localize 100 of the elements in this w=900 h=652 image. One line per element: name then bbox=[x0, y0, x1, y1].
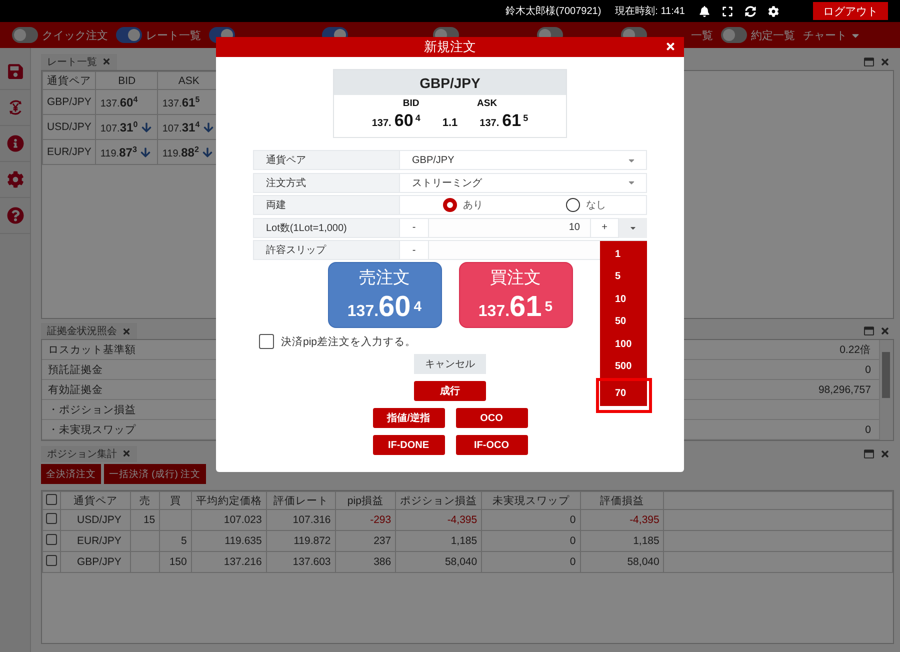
radio-label[interactable]: なし bbox=[586, 198, 606, 212]
ask-label: ASK bbox=[477, 98, 498, 109]
table-cell: GBP/JPY bbox=[60, 552, 130, 572]
help-icon[interactable] bbox=[6, 207, 24, 224]
table-cell: 150 bbox=[160, 552, 192, 572]
checkbox[interactable] bbox=[259, 334, 274, 349]
table-cell: 58,040 bbox=[580, 552, 664, 572]
order-type-button[interactable]: IF-DONE bbox=[372, 435, 444, 455]
column-header: 売 bbox=[130, 492, 160, 510]
select-field[interactable]: GBP/JPY bbox=[399, 150, 647, 170]
close-icon[interactable] bbox=[880, 56, 890, 66]
maximize-icon[interactable] bbox=[864, 448, 874, 458]
maximize-icon[interactable] bbox=[864, 56, 874, 66]
column-header: 評価レート bbox=[266, 492, 336, 510]
close-icon[interactable] bbox=[122, 449, 131, 458]
toggle-label[interactable]: レート一覧 bbox=[146, 28, 201, 42]
column-header: 平均約定価格 bbox=[191, 492, 266, 510]
table-cell: 15 bbox=[130, 510, 160, 530]
table-cell: -293 bbox=[335, 510, 396, 530]
maximize-icon[interactable] bbox=[864, 326, 874, 336]
column-header: 未実現スワップ bbox=[482, 492, 580, 510]
order-type-button[interactable]: IF-OCO bbox=[456, 435, 528, 455]
radio-label[interactable]: あり bbox=[463, 198, 483, 212]
minus-button[interactable]: - bbox=[399, 240, 429, 260]
row-label: ・ポジション損益 bbox=[48, 402, 136, 416]
order-type-button[interactable]: OCO bbox=[456, 408, 528, 428]
cancel-button[interactable]: キャンセル bbox=[414, 354, 486, 374]
table-cell: 107.023 bbox=[191, 510, 266, 530]
user-name: 鈴木太郎様(7007921) bbox=[506, 4, 602, 18]
close-icon[interactable] bbox=[665, 41, 676, 52]
close-icon[interactable] bbox=[880, 326, 890, 336]
bulk-order-button[interactable]: 全決済注文 bbox=[41, 464, 101, 484]
panel-tab[interactable]: 証拠金状況照会 bbox=[41, 323, 137, 339]
checkbox-label[interactable]: 決済pip差注文を入力する。 bbox=[281, 334, 416, 348]
field-label: 通貨ペア bbox=[253, 150, 399, 170]
sell-order-button[interactable]: 売注文 137.60$^{4}$ bbox=[328, 262, 442, 328]
save-icon[interactable] bbox=[6, 63, 24, 80]
table-cell: 237 bbox=[335, 530, 396, 552]
table-cell: 119.872 bbox=[266, 530, 336, 552]
close-icon[interactable] bbox=[122, 326, 131, 336]
checkbox[interactable] bbox=[46, 534, 57, 545]
column-header: 評価損益 bbox=[580, 492, 664, 510]
row-label: 有効証拠金 bbox=[48, 382, 103, 396]
toggle-switch[interactable] bbox=[12, 27, 38, 43]
checkbox[interactable] bbox=[46, 555, 57, 566]
table-cell: 0 bbox=[482, 530, 580, 552]
ask-price: 137. 61$^{5}$ bbox=[480, 111, 528, 131]
chart-menu[interactable]: チャート bbox=[803, 28, 847, 42]
close-icon[interactable] bbox=[880, 448, 890, 458]
panel-tab[interactable]: レート一覧 bbox=[41, 54, 117, 70]
table-cell: 137.603 bbox=[266, 552, 336, 572]
logout-button[interactable]: ログアウト bbox=[813, 2, 888, 20]
ask-price: 137.61$^{5}$ bbox=[162, 94, 200, 110]
plus-button[interactable]: + bbox=[591, 218, 619, 238]
bulk-order-button[interactable]: 一括決済 (成行) 注文 bbox=[104, 464, 206, 484]
row-value: 0 bbox=[865, 364, 871, 376]
field-label: 注文方式 bbox=[253, 172, 399, 192]
table-cell: USD/JPY bbox=[60, 510, 130, 530]
table-cell: EUR/JPY bbox=[42, 140, 96, 164]
row-label: ロスカット基準額 bbox=[48, 342, 136, 356]
radio-button[interactable] bbox=[443, 198, 457, 212]
order-type-button[interactable]: 成行 bbox=[414, 381, 486, 401]
toggle-switch[interactable] bbox=[721, 27, 747, 43]
settings-icon[interactable] bbox=[768, 6, 779, 16]
bid-label: BID bbox=[402, 98, 420, 109]
bell-icon[interactable] bbox=[699, 6, 710, 16]
current-time: 現在時刻: 11:41 bbox=[615, 4, 685, 18]
close-icon[interactable] bbox=[102, 57, 111, 66]
checkbox[interactable] bbox=[46, 494, 57, 504]
row-label: ・未実現スワップ bbox=[48, 422, 136, 436]
row-value: 98,296,757 bbox=[818, 384, 871, 396]
table-cell: 0 bbox=[482, 552, 580, 572]
table-cell: 119.635 bbox=[191, 530, 266, 552]
buy-order-button[interactable]: 買注文 137.61$^{5}$ bbox=[458, 262, 572, 328]
row-label: 預託証拠金 bbox=[48, 362, 103, 376]
column-header: 通貨ペア bbox=[60, 492, 130, 510]
dropdown-option[interactable]: 70 bbox=[596, 378, 652, 413]
toggle-label[interactable]: 約定一覧 bbox=[751, 28, 795, 42]
yen-exchange-icon[interactable] bbox=[6, 99, 24, 116]
minus-button[interactable]: - bbox=[399, 218, 429, 238]
number-field[interactable]: 10 bbox=[429, 218, 591, 238]
panel-tab[interactable]: ポジション集計 bbox=[41, 446, 137, 462]
scrollbar[interactable] bbox=[879, 340, 893, 440]
checkbox[interactable] bbox=[46, 513, 57, 524]
column-header: pip損益 bbox=[335, 492, 396, 510]
bid-price: 107.31$^{0}$ bbox=[100, 120, 138, 134]
toggle-switch[interactable] bbox=[116, 27, 142, 43]
refresh-icon[interactable] bbox=[745, 6, 756, 16]
toggle-label[interactable]: クイック注文 bbox=[42, 28, 108, 42]
column-header: BID bbox=[96, 72, 158, 90]
fullscreen-icon[interactable] bbox=[722, 6, 733, 16]
currency-pair: GBP/JPY bbox=[420, 74, 480, 90]
table-cell: GBP/JPY bbox=[42, 90, 96, 114]
order-type-button[interactable]: 指値/逆指 bbox=[372, 408, 444, 428]
select-field[interactable]: ストリーミング bbox=[399, 172, 647, 192]
table-cell: 137.216 bbox=[191, 552, 266, 572]
bid-price: 137. 60$^{4}$ bbox=[372, 111, 420, 131]
radio-button[interactable] bbox=[566, 198, 580, 212]
table-cell: 386 bbox=[335, 552, 396, 572]
info-icon[interactable] bbox=[6, 135, 24, 152]
